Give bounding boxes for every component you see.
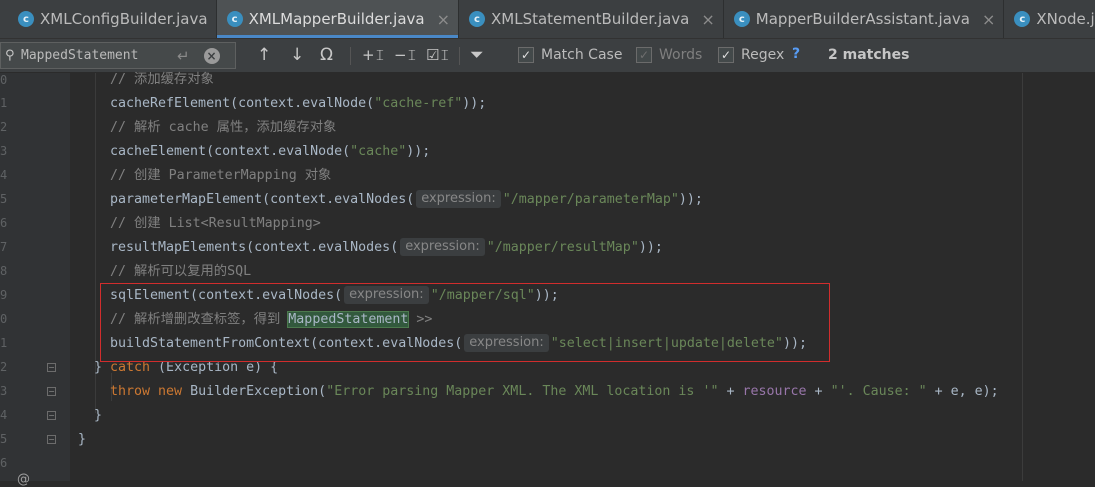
java-class-icon: c — [469, 11, 485, 27]
select-all-occurrences-button[interactable]: ☑𝙸 — [426, 45, 450, 65]
filter-icon[interactable]: ⏷ — [470, 45, 484, 65]
add-occurrence-button[interactable]: +𝙸 — [362, 45, 385, 65]
line-number: 6 — [0, 456, 8, 470]
remove-occurrence-button[interactable]: −𝙸 — [394, 45, 417, 65]
code-line: // 解析 cache 属性，添加缓存对象 — [110, 120, 337, 135]
fold-toggle-icon[interactable]: − — [47, 435, 56, 444]
checkbox-label: Match Case — [541, 47, 623, 63]
code-line: cacheRefElement(context.evalNode("cache-… — [110, 96, 487, 111]
regex-checkbox[interactable]: ✓ Regex — [718, 47, 784, 63]
tab-mapper-builder-assistant[interactable]: c MapperBuilderAssistant.java × — [724, 0, 1005, 38]
tab-xml-config-builder[interactable]: c XMLConfigBuilder.java — [0, 0, 217, 38]
tab-xnode[interactable]: c XNode.jav — [1004, 0, 1095, 38]
line-number: 4 — [0, 168, 8, 182]
parameter-hint: expression: — [464, 334, 549, 352]
search-input[interactable] — [19, 48, 171, 63]
code-line: throw new BuilderException("Error parsin… — [110, 384, 999, 399]
java-class-icon: c — [226, 11, 243, 27]
checkbox-label: Regex — [741, 47, 785, 63]
toolbar-separator — [350, 47, 351, 65]
next-occurrence-button[interactable]: ↓ — [290, 45, 304, 65]
search-box: ⚲ ↵ × — [0, 42, 236, 69]
search-icon[interactable]: ⚲ — [5, 48, 19, 63]
line-number: 5 — [0, 432, 8, 446]
line-number: 6 — [0, 216, 8, 230]
line-number: 1 — [0, 336, 8, 350]
code-line: buildStatementFromContext(context.evalNo… — [110, 334, 807, 352]
code-line: // 创建 List<ResultMapping> — [110, 216, 321, 231]
java-class-icon: c — [18, 11, 34, 27]
parameter-hint: expression: — [400, 238, 485, 256]
editor-tab-bar: c XMLConfigBuilder.java c XMLMapperBuild… — [0, 0, 1095, 39]
code-line: resultMapElements(context.evalNodes(expr… — [110, 238, 663, 256]
line-number: 3 — [0, 144, 8, 158]
line-number: 4 — [0, 408, 8, 422]
code-line: parameterMapElement(context.evalNodes(ex… — [110, 190, 703, 208]
code-line: } — [94, 408, 103, 423]
previous-occurrence-button[interactable]: ↑ — [257, 45, 271, 65]
regex-help-icon[interactable]: ? — [792, 46, 800, 62]
parameter-hint: expression: — [344, 286, 429, 304]
editor-gutter[interactable]: 0 1 2 3 4 5 6 7 8 9 0 1 2 3 4 5 6 − − − … — [0, 73, 70, 481]
search-match-highlight: MappedStatement — [287, 311, 410, 328]
java-class-icon: c — [733, 11, 750, 27]
tab-xml-statement-builder[interactable]: c XMLStatementBuilder.java × — [459, 0, 724, 38]
override-marker-icon[interactable]: @ — [17, 472, 30, 487]
toolbar-separator — [459, 47, 460, 65]
close-icon[interactable]: × — [437, 10, 450, 29]
line-number: 2 — [0, 360, 8, 374]
fold-toggle-icon[interactable]: − — [47, 411, 56, 420]
clear-search-icon[interactable]: × — [203, 47, 220, 64]
code-line: // 解析增删改查标签，得到 MappedStatement >> — [110, 311, 433, 328]
tab-label: XMLStatementBuilder.java — [491, 10, 690, 28]
tab-label: XMLConfigBuilder.java — [40, 10, 208, 28]
tab-label: MapperBuilderAssistant.java — [755, 10, 970, 28]
checkbox-check-icon: ✓ — [518, 47, 534, 63]
line-number: 1 — [0, 96, 8, 110]
line-number: 2 — [0, 120, 8, 134]
newline-icon[interactable]: ↵ — [177, 47, 190, 65]
code-line: cacheElement(context.evalNode("cache")); — [110, 144, 431, 159]
line-number: 0 — [0, 312, 8, 326]
checkbox-label: Words — [659, 47, 703, 63]
code-line: } — [78, 432, 87, 447]
match-case-checkbox[interactable]: ✓ Match Case — [518, 47, 622, 63]
java-class-icon: c — [1014, 11, 1031, 27]
checkbox-check-icon: ✓ — [718, 47, 734, 63]
fold-toggle-icon[interactable]: − — [47, 387, 56, 396]
checkbox-check-icon: ✓ — [636, 47, 652, 63]
close-icon[interactable]: × — [701, 10, 714, 29]
code-line: // 创建 ParameterMapping 对象 — [110, 168, 332, 183]
match-count: 2 matches — [828, 47, 910, 63]
code-line: } catch (Exception e) { — [94, 360, 279, 375]
fold-toggle-icon[interactable]: − — [47, 363, 56, 372]
words-checkbox[interactable]: ✓ Words — [636, 47, 702, 63]
line-number: 3 — [0, 384, 8, 398]
parameter-hint: expression: — [416, 190, 501, 208]
line-number: 5 — [0, 192, 8, 206]
find-all-button[interactable]: Ω — [320, 45, 333, 65]
code-line: sqlElement(context.evalNodes(expression:… — [110, 286, 559, 304]
code-editor[interactable]: // 添加缓存对象 cacheRefElement(context.evalNo… — [70, 72, 1095, 481]
line-number: 0 — [0, 73, 8, 87]
tab-label: XNode.jav — [1036, 10, 1095, 28]
tab-label: XMLMapperBuilder.java — [248, 10, 425, 28]
line-number: 9 — [0, 288, 8, 302]
code-line: // 解析可以复用的SQL — [110, 264, 252, 279]
tab-xml-mapper-builder[interactable]: c XMLMapperBuilder.java × — [216, 0, 459, 38]
line-number: 7 — [0, 240, 8, 254]
right-margin-guide — [1022, 73, 1023, 481]
line-number: 8 — [0, 264, 8, 278]
close-icon[interactable]: × — [982, 10, 995, 29]
code-line: // 添加缓存对象 — [110, 72, 214, 87]
